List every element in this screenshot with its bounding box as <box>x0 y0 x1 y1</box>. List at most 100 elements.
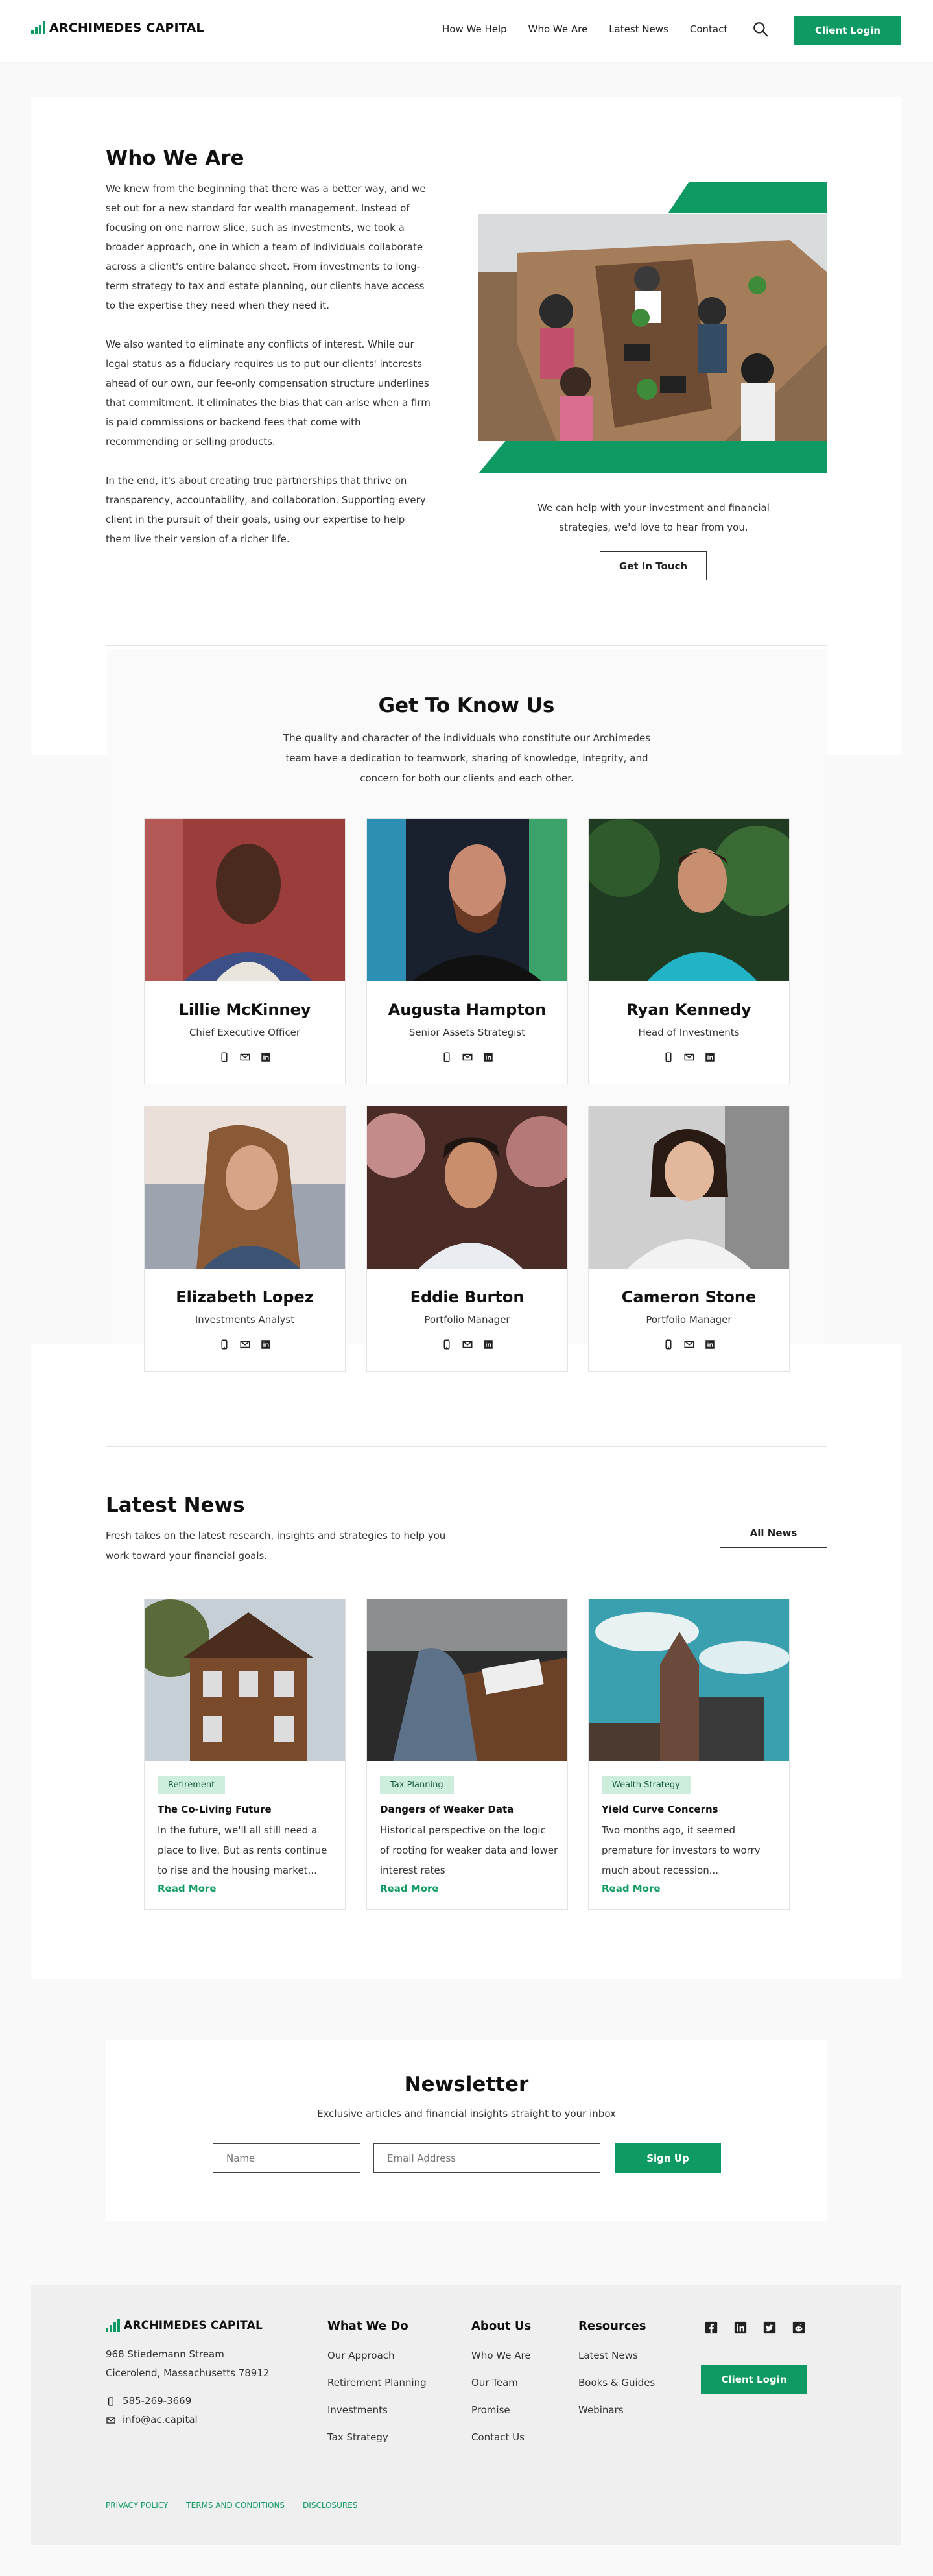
footer-email[interactable]: info@ac.capital <box>106 2411 198 2429</box>
footer-link[interactable]: Tax Strategy <box>327 2424 427 2451</box>
article-title[interactable]: Dangers of Weaker Data <box>380 1804 514 1815</box>
footer-link[interactable]: Our Approach <box>327 2342 427 2369</box>
phone-icon[interactable] <box>663 1051 674 1063</box>
mail-icon[interactable] <box>683 1051 695 1063</box>
footer-link[interactable]: Webinars <box>578 2396 655 2424</box>
footer-link[interactable]: Investments <box>327 2396 427 2424</box>
footer-col-about-us: About Us Who We Are Our Team Promise Con… <box>471 2319 531 2451</box>
footer-link[interactable]: Promise <box>471 2396 531 2424</box>
footer-link[interactable]: Retirement Planning <box>327 2369 427 2396</box>
phone-icon[interactable] <box>441 1339 453 1350</box>
footer-link[interactable]: Latest News <box>578 2342 655 2369</box>
footer-link[interactable]: Who We Are <box>471 2342 531 2369</box>
name-field[interactable] <box>213 2143 360 2173</box>
main-nav: How We Help Who We Are Latest News Conta… <box>442 23 749 35</box>
footer-col-resources: Resources Latest News Books & Guides Web… <box>578 2319 655 2424</box>
mail-icon[interactable] <box>462 1339 473 1350</box>
phone-icon[interactable] <box>218 1339 230 1350</box>
linkedin-icon[interactable] <box>733 2320 748 2335</box>
section-divider <box>106 645 827 646</box>
nav-latest-news[interactable]: Latest News <box>609 23 668 35</box>
phone-icon[interactable] <box>663 1339 674 1350</box>
member-role: Portfolio Manager <box>646 1314 732 1326</box>
portrait-photo <box>145 1106 345 1269</box>
linkedin-icon[interactable] <box>260 1051 272 1063</box>
article-excerpt: Two months ago, it seemed premature for … <box>602 1824 761 1876</box>
footer-link[interactable]: Our Team <box>471 2369 531 2396</box>
article-title[interactable]: Yield Curve Concerns <box>602 1804 718 1815</box>
news-card[interactable]: Wealth Strategy Yield Curve Concerns Two… <box>588 1599 790 1910</box>
brand-logo[interactable]: ARCHIMEDES CAPITAL <box>31 21 204 35</box>
terms-link[interactable]: TERMS AND CONDITIONS <box>186 2501 285 2510</box>
get-in-touch-button[interactable]: Get In Touch <box>600 551 707 580</box>
linkedin-icon[interactable] <box>482 1051 494 1063</box>
green-accent-bottom <box>478 440 827 473</box>
nav-who-we-are[interactable]: Who We Are <box>528 23 588 35</box>
footer-link[interactable]: Contact Us <box>471 2424 531 2451</box>
facebook-icon[interactable] <box>704 2320 718 2335</box>
search-icon[interactable] <box>752 21 769 38</box>
disclosures-link[interactable]: DISCLOSURES <box>303 2501 357 2510</box>
who-paragraph-2: We also wanted to eliminate any conflict… <box>106 339 431 447</box>
team-card: Elizabeth Lopez Investments Analyst <box>144 1106 346 1372</box>
green-accent-top <box>668 182 827 213</box>
reddit-icon[interactable] <box>792 2320 806 2335</box>
mail-icon[interactable] <box>239 1339 251 1350</box>
email-field[interactable] <box>373 2143 600 2173</box>
mail-icon <box>106 2416 115 2424</box>
article-tag: Retirement <box>158 1776 226 1794</box>
who-we-are-title: Who We Are <box>106 147 244 170</box>
member-contact-icons <box>367 1339 567 1350</box>
read-more-link[interactable]: Read More <box>602 1883 661 1894</box>
read-more-link[interactable]: Read More <box>158 1883 217 1894</box>
member-contact-icons <box>145 1339 345 1350</box>
team-card: Cameron Stone Portfolio Manager <box>588 1106 790 1372</box>
footer-phone[interactable]: 585-269-3669 <box>106 2392 198 2411</box>
member-role: Senior Assets Strategist <box>408 1027 526 1038</box>
member-role: Investments Analyst <box>195 1314 295 1326</box>
footer-col-title: Resources <box>578 2319 646 2333</box>
article-excerpt: Historical perspective on the logic of r… <box>380 1824 558 1876</box>
nav-contact[interactable]: Contact <box>690 23 727 35</box>
mail-icon[interactable] <box>239 1051 251 1063</box>
footer-contact: 585-269-3669 info@ac.capital <box>106 2392 198 2429</box>
news-intro: Fresh takes on the latest research, insi… <box>106 1530 446 1562</box>
privacy-policy-link[interactable]: PRIVACY POLICY <box>106 2501 168 2510</box>
portrait-photo <box>589 819 789 981</box>
sign-up-button[interactable]: Sign Up <box>615 2143 721 2173</box>
linkedin-icon[interactable] <box>482 1339 494 1350</box>
article-title[interactable]: The Co-Living Future <box>158 1804 272 1815</box>
twitter-icon[interactable] <box>762 2320 777 2335</box>
office-meeting-photo <box>478 214 827 441</box>
footer-client-login-button[interactable]: Client Login <box>701 2365 807 2394</box>
mail-icon[interactable] <box>683 1339 695 1350</box>
member-name: Elizabeth Lopez <box>176 1288 314 1306</box>
brand-name: ARCHIMEDES CAPITAL <box>124 2319 263 2332</box>
footer-logo[interactable]: ARCHIMEDES CAPITAL <box>106 2319 263 2332</box>
mail-icon[interactable] <box>462 1051 473 1063</box>
portrait-photo <box>145 819 345 981</box>
member-contact-icons <box>589 1051 789 1063</box>
news-card[interactable]: Retirement The Co-Living Future In the f… <box>144 1599 346 1910</box>
who-paragraph-3: In the end, it's about creating true par… <box>106 475 426 545</box>
nav-how-we-help[interactable]: How We Help <box>442 23 507 35</box>
phone-icon[interactable] <box>218 1051 230 1063</box>
client-login-button[interactable]: Client Login <box>794 16 901 45</box>
portrait-photo <box>367 1106 567 1269</box>
article-excerpt: In the future, we'll all still need a pl… <box>158 1824 327 1876</box>
portrait-photo <box>367 819 567 981</box>
linkedin-icon[interactable] <box>260 1339 272 1350</box>
linkedin-icon[interactable] <box>704 1339 716 1350</box>
who-we-are-text: We knew from the beginning that there wa… <box>106 179 433 568</box>
member-role: Chief Executive Officer <box>189 1027 301 1038</box>
news-card[interactable]: Tax Planning Dangers of Weaker Data Hist… <box>366 1599 568 1910</box>
member-contact-icons <box>367 1051 567 1063</box>
address-line: Cicerolend, Massachusetts 78912 <box>106 2367 270 2379</box>
linkedin-icon[interactable] <box>704 1051 716 1063</box>
all-news-button[interactable]: All News <box>720 1518 827 1548</box>
read-more-link[interactable]: Read More <box>380 1883 439 1894</box>
footer-link[interactable]: Books & Guides <box>578 2369 655 2396</box>
phone-icon[interactable] <box>441 1051 453 1063</box>
article-image <box>367 1599 567 1761</box>
address-line: 968 Stiedemann Stream <box>106 2348 224 2360</box>
